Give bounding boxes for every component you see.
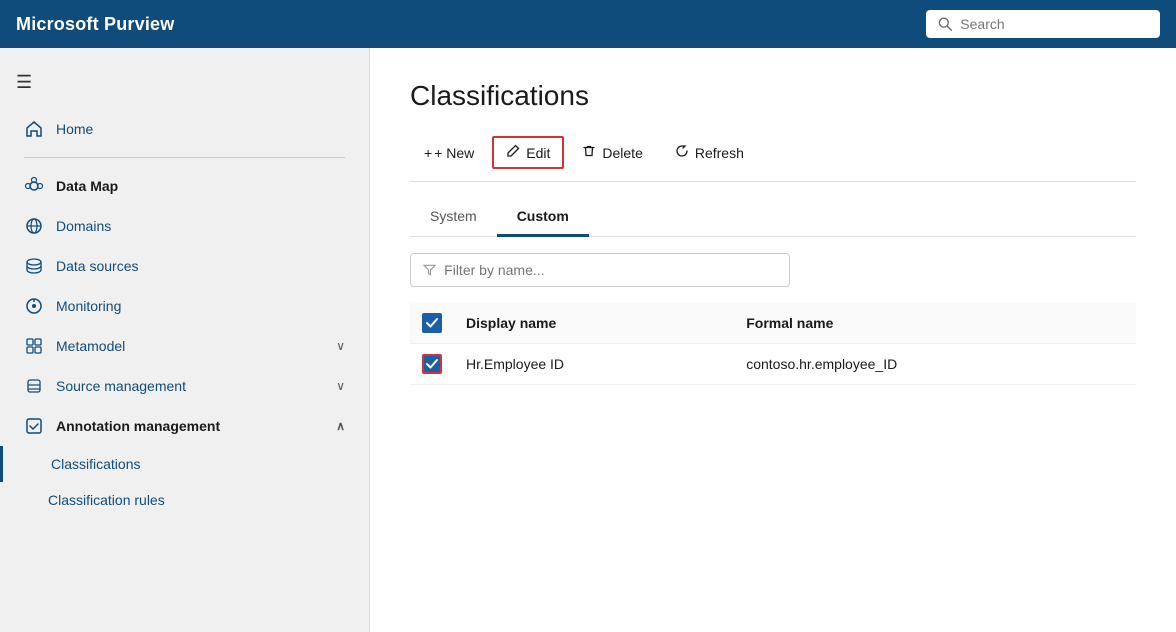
tabs: System Custom [410, 198, 1136, 237]
top-bar: Microsoft Purview [0, 0, 1176, 48]
select-all-header[interactable] [410, 303, 454, 344]
filter-icon [423, 263, 436, 277]
annotation-management-icon [24, 416, 44, 436]
data-sources-icon [24, 256, 44, 276]
edit-button[interactable]: Edit [492, 136, 564, 169]
home-icon [24, 119, 44, 139]
page-title: Classifications [410, 80, 1136, 112]
metamodel-chevron: ∨ [336, 339, 345, 353]
hamburger-menu[interactable]: ☰ [0, 64, 369, 109]
sidebar-item-source-management[interactable]: Source management ∨ [0, 366, 369, 406]
new-button[interactable]: + + New [410, 137, 488, 169]
sidebar-item-data-sources[interactable]: Data sources [0, 246, 369, 286]
toolbar: + + New Edit Delete [410, 136, 1136, 182]
filter-bar[interactable] [410, 253, 790, 287]
main-area: ☰ Home Data Map [0, 48, 1176, 632]
sidebar-divider-1 [24, 157, 345, 158]
classifications-table: Display name Formal name [410, 303, 1136, 385]
app-logo: Microsoft Purview [16, 14, 174, 35]
tab-custom[interactable]: Custom [497, 198, 589, 237]
search-bar[interactable] [926, 10, 1160, 38]
sidebar-item-domains[interactable]: Domains [0, 206, 369, 246]
source-management-icon [24, 376, 44, 396]
sidebar-item-classifications[interactable]: Classifications [0, 446, 369, 482]
table-row: Hr.Employee ID contoso.hr.employee_ID [410, 344, 1136, 385]
col-formal-name: Formal name [734, 303, 1136, 344]
row-checkbox-cell[interactable] [410, 344, 454, 385]
refresh-button[interactable]: Refresh [661, 136, 758, 169]
row-checkbox[interactable] [422, 354, 442, 374]
domains-icon [24, 216, 44, 236]
edit-icon [506, 144, 520, 161]
delete-button[interactable]: Delete [568, 136, 656, 169]
search-icon [938, 16, 952, 32]
data-map-icon [24, 176, 44, 196]
select-all-checkbox[interactable] [422, 313, 442, 333]
filter-input[interactable] [444, 262, 777, 278]
sidebar-item-data-map[interactable]: Data Map [0, 166, 369, 206]
tab-system[interactable]: System [410, 198, 497, 237]
col-display-name: Display name [454, 303, 734, 344]
sidebar-item-home[interactable]: Home [0, 109, 369, 149]
search-input[interactable] [960, 16, 1148, 32]
refresh-icon [675, 144, 689, 161]
monitoring-icon [24, 296, 44, 316]
display-name-cell: Hr.Employee ID [454, 344, 734, 385]
sidebar-item-metamodel[interactable]: Metamodel ∨ [0, 326, 369, 366]
annotation-management-chevron: ∧ [336, 419, 345, 433]
content-area: Classifications + + New Edit [370, 48, 1176, 632]
formal-name-cell: contoso.hr.employee_ID [734, 344, 1136, 385]
sidebar: ☰ Home Data Map [0, 48, 370, 632]
sidebar-item-annotation-management[interactable]: Annotation management ∧ [0, 406, 369, 446]
delete-icon [582, 144, 596, 161]
metamodel-icon [24, 336, 44, 356]
source-management-chevron: ∨ [336, 379, 345, 393]
sidebar-item-classification-rules[interactable]: Classification rules [0, 482, 369, 518]
plus-icon: + [424, 145, 432, 161]
sidebar-item-monitoring[interactable]: Monitoring [0, 286, 369, 326]
